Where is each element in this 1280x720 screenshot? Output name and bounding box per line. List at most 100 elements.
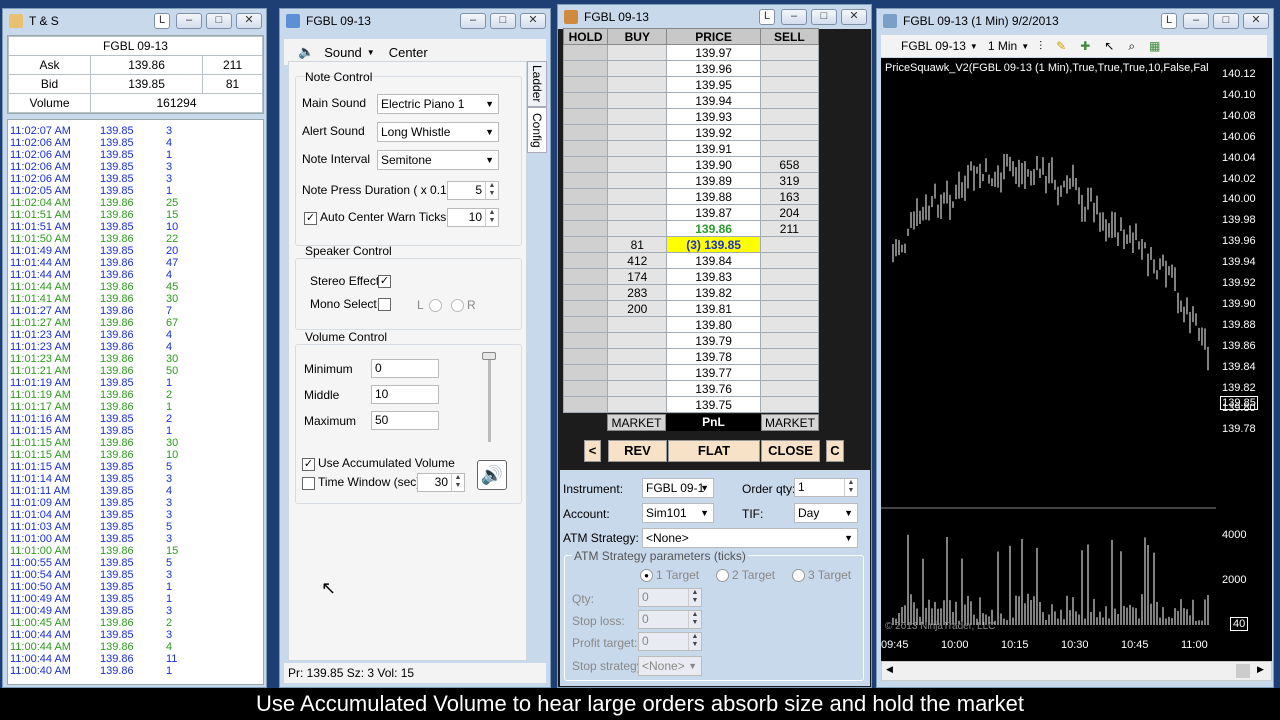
chart-titlebar[interactable]: FGBL 09-13 (1 Min) 9/2/2013 L – □ ✕: [877, 9, 1273, 33]
note-press-stepper[interactable]: 5 ▲ ▼: [447, 181, 499, 200]
minimize-icon[interactable]: –: [176, 13, 202, 29]
table-row[interactable]: 139.87 204: [562, 204, 820, 221]
instrument-dropdown[interactable]: FGBL 09-13: [901, 39, 966, 53]
flatten-button[interactable]: FLAT: [668, 440, 760, 462]
table-row[interactable]: 139.95: [562, 76, 820, 93]
minimize-icon[interactable]: –: [1183, 13, 1209, 29]
tab-ladder[interactable]: Ladder: [527, 61, 547, 107]
table-row[interactable]: 139.88 163: [562, 188, 820, 205]
instrument-select[interactable]: FGBL 09-1 ▼: [642, 478, 714, 498]
tif-select[interactable]: Day ▼: [794, 503, 858, 523]
time-axis[interactable]: 09:45 10:00 10:15 10:30 10:45 11:00: [881, 633, 1272, 661]
price-cell[interactable]: 139.83: [666, 268, 761, 285]
mono-checkbox[interactable]: [378, 298, 391, 311]
ts-trade-list[interactable]: 11:02:07 AM 139.85 3 11:02:06 AM 139.85 4 11:0…: [7, 119, 264, 685]
play-sound-button[interactable]: 🔊: [477, 460, 507, 490]
sell-cell[interactable]: 211: [759, 220, 820, 237]
buy-cell[interactable]: [607, 76, 668, 93]
hold-cell[interactable]: [562, 284, 609, 301]
buy-cell[interactable]: [607, 124, 668, 141]
buy-cell[interactable]: [607, 92, 668, 109]
table-row[interactable]: 139.77: [562, 364, 820, 381]
sell-cell[interactable]: [759, 396, 820, 413]
hold-cell[interactable]: [562, 140, 609, 157]
table-row[interactable]: 412 139.84: [562, 252, 820, 269]
minimize-icon[interactable]: –: [460, 13, 486, 29]
sell-cell[interactable]: [759, 108, 820, 125]
hold-cell[interactable]: [562, 268, 609, 285]
stop-strategy-select[interactable]: <None> ▼: [638, 656, 702, 676]
minimum-input[interactable]: 0: [371, 359, 439, 378]
buy-cell[interactable]: [607, 204, 668, 221]
volume-slider-track[interactable]: [488, 352, 491, 442]
link-button[interactable]: L: [1161, 13, 1177, 29]
buy-cell[interactable]: 81: [607, 236, 668, 253]
alert-sound-select[interactable]: Long Whistle ▼: [377, 122, 499, 142]
sell-cell[interactable]: 204: [759, 204, 820, 221]
buy-cell[interactable]: [607, 332, 668, 349]
target2-radio[interactable]: [716, 569, 729, 582]
table-row[interactable]: 200 139.81: [562, 300, 820, 317]
middle-input[interactable]: 10: [371, 385, 439, 404]
close-icon[interactable]: ✕: [520, 13, 546, 29]
price-cell[interactable]: 139.86: [666, 220, 761, 237]
buy-cell[interactable]: [607, 188, 668, 205]
price-cell[interactable]: 139.81: [666, 300, 761, 317]
hold-cell[interactable]: [562, 92, 609, 109]
price-cell[interactable]: 139.95: [666, 76, 761, 93]
price-axis[interactable]: 139.85 40 140.12 140.10 140.08 140.06 140.04…: [1216, 58, 1272, 633]
scroll-right-icon[interactable]: ▶: [1257, 664, 1264, 675]
table-row[interactable]: 139.89 319: [562, 172, 820, 189]
hold-cell[interactable]: [562, 380, 609, 397]
close-icon[interactable]: ✕: [841, 9, 867, 25]
scroll-thumb[interactable]: [1236, 664, 1250, 678]
sell-cell[interactable]: [759, 380, 820, 397]
hold-cell[interactable]: [562, 348, 609, 365]
interval-dropdown[interactable]: 1 Min: [988, 39, 1017, 53]
sell-cell[interactable]: [759, 364, 820, 381]
maximize-icon[interactable]: □: [1213, 13, 1239, 29]
table-row[interactable]: 139.94: [562, 92, 820, 109]
table-row[interactable]: 139.75: [562, 396, 820, 413]
sell-cell[interactable]: [759, 44, 820, 61]
sell-cell[interactable]: [759, 252, 820, 269]
buy-cell[interactable]: [607, 380, 668, 397]
price-cell[interactable]: 139.87: [666, 204, 761, 221]
sell-cell[interactable]: [759, 316, 820, 333]
atm-strategy-select[interactable]: <None> ▼: [642, 528, 858, 548]
hold-cell[interactable]: [562, 172, 609, 189]
hold-cell[interactable]: [562, 316, 609, 333]
table-row[interactable]: 139.91: [562, 140, 820, 157]
table-row[interactable]: 139.93: [562, 108, 820, 125]
link-button[interactable]: L: [154, 13, 170, 29]
price-cell[interactable]: 139.97: [666, 44, 761, 61]
close-icon[interactable]: ✕: [1243, 13, 1269, 29]
sound-titlebar[interactable]: FGBL 09-13 – □ ✕: [280, 9, 550, 33]
table-row[interactable]: 139.86 211: [562, 220, 820, 237]
target1-radio[interactable]: ●: [640, 569, 653, 582]
hold-cell[interactable]: [562, 188, 609, 205]
hold-cell[interactable]: [562, 76, 609, 93]
ladder-titlebar[interactable]: FGBL 09-13 L – □ ✕: [558, 5, 871, 29]
sell-cell[interactable]: [759, 92, 820, 109]
accumulated-volume-checkbox[interactable]: ✓: [302, 458, 315, 471]
pin-icon[interactable]: ✚: [1080, 39, 1090, 53]
price-cell[interactable]: 139.82: [666, 284, 761, 301]
hold-cell[interactable]: [562, 220, 609, 237]
time-window-checkbox[interactable]: [302, 477, 315, 490]
center-button[interactable]: Center: [389, 45, 428, 60]
auto-center-stepper[interactable]: 10 ▲ ▼: [447, 208, 499, 227]
table-row[interactable]: 174 139.83: [562, 268, 820, 285]
hold-cell[interactable]: [562, 108, 609, 125]
price-cell[interactable]: (3) 139.85: [666, 236, 761, 253]
hold-cell[interactable]: [562, 300, 609, 317]
hold-cell[interactable]: [562, 204, 609, 221]
stop-loss-stepper[interactable]: 0 ▲ ▼: [638, 610, 702, 629]
table-row[interactable]: 139.79: [562, 332, 820, 349]
price-cell[interactable]: 139.93: [666, 108, 761, 125]
hold-cell[interactable]: [562, 396, 609, 413]
hold-cell[interactable]: [562, 44, 609, 61]
price-cell[interactable]: 139.80: [666, 316, 761, 333]
price-cell[interactable]: 139.89: [666, 172, 761, 189]
sell-cell[interactable]: [759, 268, 820, 285]
